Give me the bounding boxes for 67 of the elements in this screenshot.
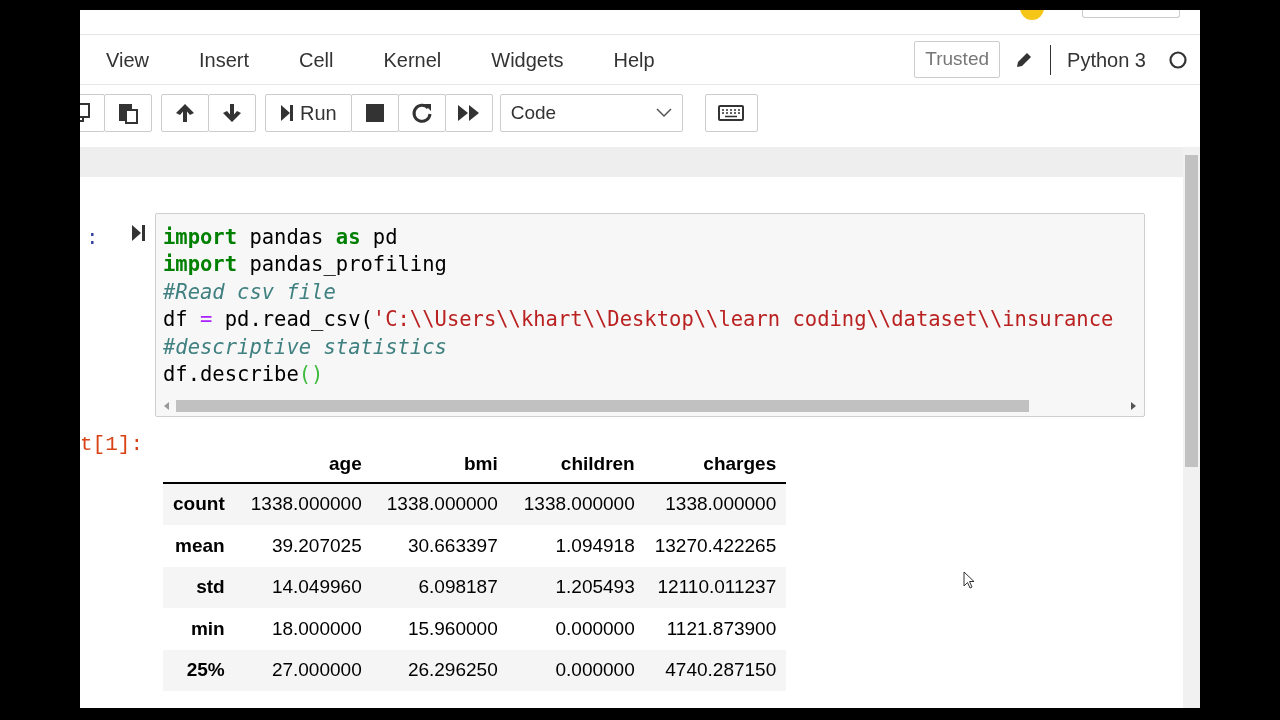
keyboard-icon xyxy=(718,104,745,122)
restart-icon xyxy=(410,102,433,124)
table-cell: 27.000000 xyxy=(234,649,372,692)
menu-item[interactable]: Insert xyxy=(199,44,250,75)
scroll-right-icon xyxy=(1130,402,1136,411)
table-cell: 13270.422265 xyxy=(644,525,787,567)
stop-button[interactable] xyxy=(350,94,399,132)
scroll-left-icon xyxy=(164,402,170,411)
stop-icon xyxy=(364,103,385,123)
table-cell: 14.049960 xyxy=(234,566,372,609)
code-line: #descriptive statistics xyxy=(163,333,448,361)
table-cell: 1338.000000 xyxy=(507,483,645,526)
menu-item[interactable]: View xyxy=(106,44,149,75)
scrollbar[interactable] xyxy=(1183,147,1200,708)
status-icon xyxy=(1020,10,1044,20)
table-cell: 30.663397 xyxy=(371,525,508,567)
cursor-icon xyxy=(963,571,975,589)
code-line: import pandas as pd xyxy=(163,224,399,251)
table-cell: 6.098187 xyxy=(371,566,508,609)
table-cell: 18.000000 xyxy=(234,608,372,650)
table-cell: 26.296250 xyxy=(371,649,508,692)
menu-item[interactable]: Widgets xyxy=(491,44,564,75)
menu-item[interactable]: Help xyxy=(613,44,655,75)
code-line: df = pd.read_csv('C:\\Users\\khart\\Desktop\\learn coding\\dataset\\insurance xyxy=(163,306,1115,334)
table-cell: 1338.000000 xyxy=(371,483,508,526)
table-cell: 12110.011237 xyxy=(644,566,787,609)
table-cell: 1338.000000 xyxy=(644,483,787,526)
row-label: min xyxy=(163,608,235,650)
restart-button[interactable] xyxy=(397,94,446,132)
table-cell: 39.207025 xyxy=(234,525,372,567)
row-label: count xyxy=(163,483,235,526)
arrow-up-icon xyxy=(174,102,196,124)
chevron-icon xyxy=(655,108,672,118)
table-cell: 1121.873900 xyxy=(644,608,787,650)
move-down-button[interactable] xyxy=(208,94,256,132)
trusted-button[interactable]: Trusted xyxy=(914,41,1001,78)
table-cell: 4740.287150 xyxy=(644,649,787,692)
code-line: df.describe() xyxy=(163,361,325,389)
table-cell: 0.000000 xyxy=(507,649,645,692)
fast-forward-icon xyxy=(456,103,481,123)
run-button[interactable]: Run xyxy=(265,94,352,132)
row-label: 25% xyxy=(163,649,235,692)
row-label: mean xyxy=(163,525,235,567)
table-cell: 0.000000 xyxy=(507,608,645,650)
code-line: #Read csv file xyxy=(163,278,337,306)
run-cell-icon xyxy=(131,223,147,243)
run-all-button[interactable] xyxy=(444,94,493,132)
cell-type-select[interactable]: Code xyxy=(499,94,683,132)
code-input[interactable]: import pandas as pd import pandas_profiling #Read csv file df = pd.read_csv('C:\\Users\\khart\\Desktop\\learn coding\\dataset\\insurance #descriptive statistics df.describe() xyxy=(155,213,1145,418)
keyboard-button[interactable] xyxy=(704,94,758,132)
menu-item[interactable]: Kernel xyxy=(383,44,442,75)
output-prompt: t[1]: xyxy=(80,433,143,457)
move-up-button[interactable] xyxy=(161,94,209,132)
table-cell: 1.205493 xyxy=(507,566,645,609)
table-cell: 1.094918 xyxy=(507,525,645,567)
table-cell: 15.960000 xyxy=(371,608,508,650)
table-cell: 1338.000000 xyxy=(234,483,372,526)
input-prompt: : xyxy=(86,226,99,252)
kernel-name: Python 3 xyxy=(1067,47,1146,73)
code-line: import pandas_profiling xyxy=(163,251,448,279)
row-label: std xyxy=(163,566,235,609)
arrow-down-icon xyxy=(221,102,243,124)
paste-button[interactable] xyxy=(104,94,152,132)
paste-icon xyxy=(117,102,139,124)
step-icon xyxy=(280,103,294,123)
menu-item[interactable]: Cell xyxy=(299,44,334,75)
scrollbar-thumb[interactable] xyxy=(176,400,1030,413)
